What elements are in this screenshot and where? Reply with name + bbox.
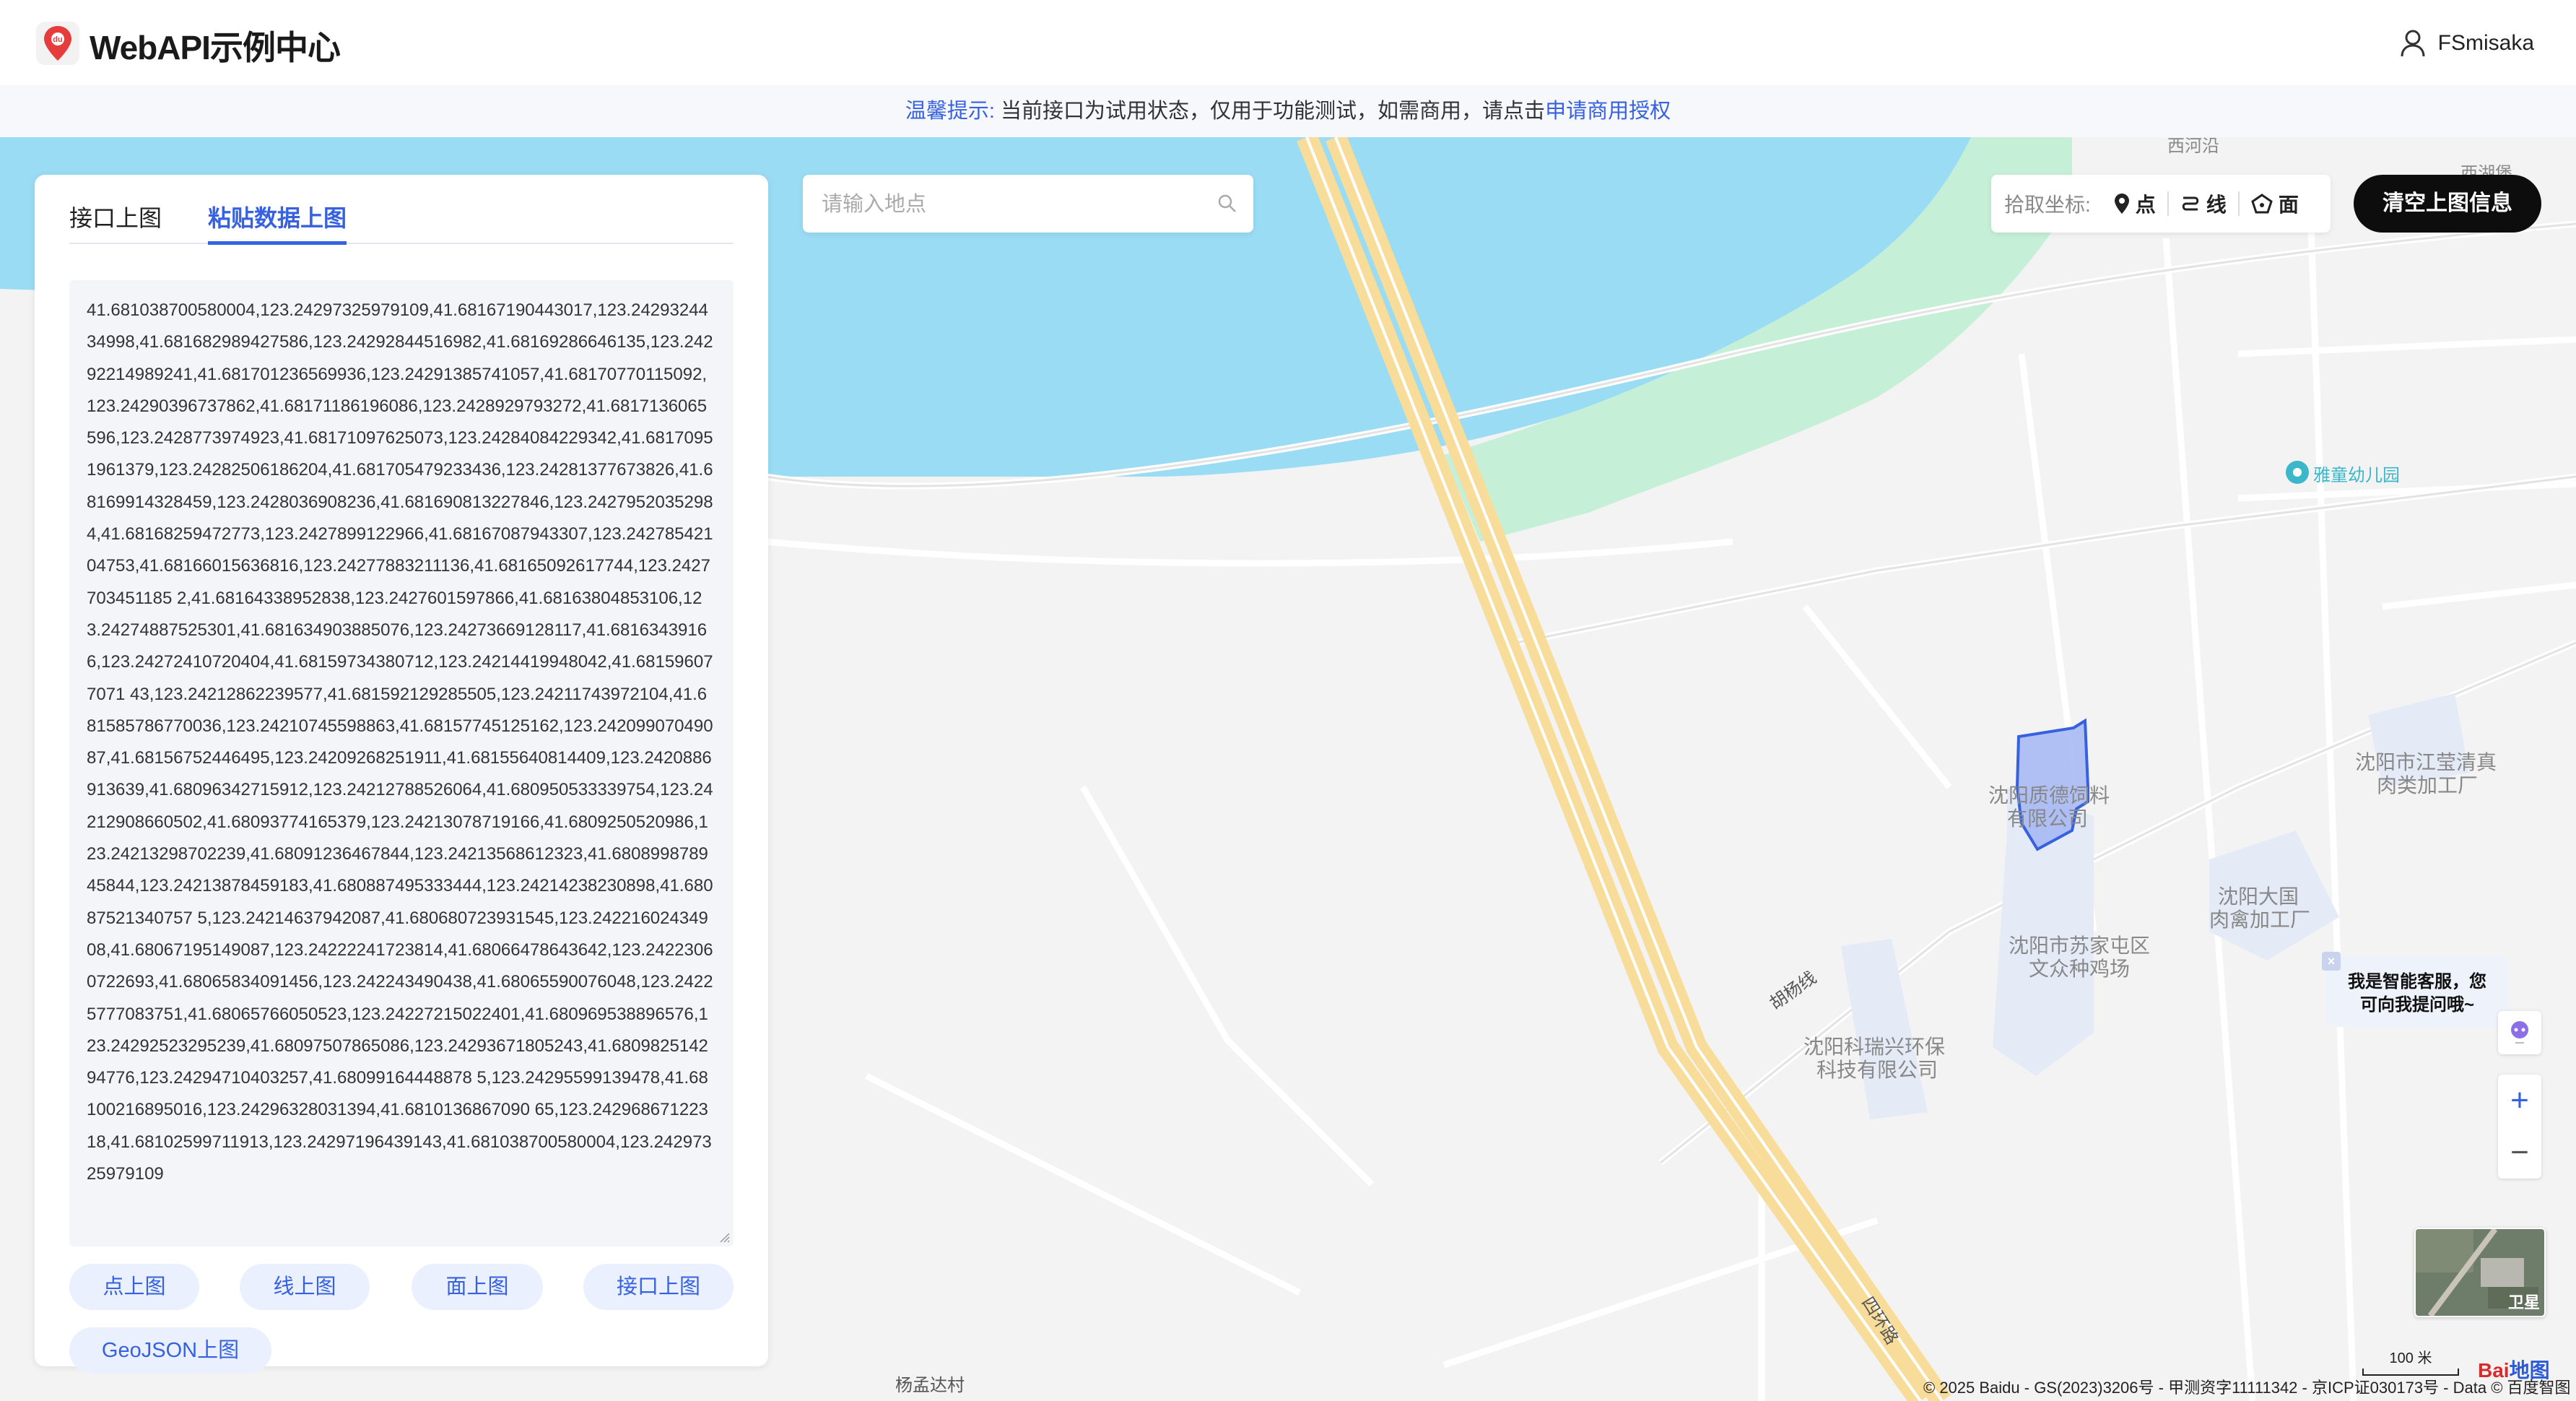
top-header: du WebAPI示例中心 FSmisaka [0, 0, 2576, 86]
notice-bar: 温馨提示: 当前接口为试用状态，仅用于功能测试，如需商用，请点击申请商用授权 [0, 85, 2576, 137]
search-input[interactable] [820, 185, 1198, 224]
tab-paste-data-upload[interactable]: 粘贴数据上图 [208, 195, 347, 245]
pick-line-label: 线 [2206, 194, 2227, 216]
zoom-in-button[interactable]: + [2498, 1075, 2541, 1127]
scale-label: 100 米 [2389, 1350, 2432, 1366]
map-label: 肉类加工厂 [2377, 774, 2479, 797]
search-box [803, 175, 1253, 233]
ai-message-line1: 我是智能客服，您 [2348, 972, 2486, 992]
tab-api-upload[interactable]: 接口上图 [69, 195, 162, 241]
baidu-map-logo-icon[interactable]: du [35, 20, 81, 66]
api-upload-button[interactable]: 接口上图 [583, 1264, 734, 1310]
pick-coordinate-toolbar: 拾取坐标: 点 线 面 [1991, 175, 2331, 233]
brand-text-b: 地图 [2509, 1359, 2550, 1382]
map-label: 肉禽加工厂 [2209, 908, 2311, 931]
satellite-toggle[interactable]: 卫星 [2414, 1228, 2546, 1317]
app-title: WebAPI示例中心 [90, 29, 341, 66]
panel-tabs: 接口上图 粘贴数据上图 [69, 195, 734, 245]
ai-message-line2: 可向我提问哦~ [2359, 995, 2474, 1015]
username: FSmisaka [2437, 31, 2534, 55]
location-pin-icon [2114, 194, 2129, 214]
ai-robot-icon [2511, 1021, 2528, 1044]
zoom-controls: + − [2498, 1075, 2541, 1179]
map-label: 西河沿 [2167, 137, 2219, 156]
user-menu[interactable]: FSmisaka [2401, 26, 2534, 61]
clear-map-button[interactable]: 清空上图信息 [2354, 175, 2541, 233]
ai-assistant-button[interactable] [2498, 1011, 2541, 1054]
map-label: 杨孟达村 [895, 1376, 965, 1395]
pick-line-button[interactable]: 线 [2169, 189, 2238, 218]
ai-assistant-bubble[interactable]: × 我是智能客服，您 可向我提问哦~ [2322, 952, 2508, 1027]
pick-point-label: 点 [2135, 194, 2156, 216]
notice-message: 当前接口为试用状态，仅用于功能测试，如需商用，请点击 [1001, 100, 1546, 123]
route-icon [2182, 196, 2199, 211]
svg-text:du: du [53, 35, 62, 44]
satellite-label: 卫星 [2507, 1293, 2540, 1311]
user-icon [2401, 30, 2425, 57]
search-icon[interactable] [1217, 194, 1237, 214]
map-label-kindergarten[interactable]: 雅童幼儿园 [2313, 461, 2400, 486]
baidu-map-brand: Bai地图 [2478, 1355, 2550, 1384]
map-copyright: © 2025 Baidu - GS(2023)3206号 - 甲测资字11111… [1923, 1379, 2571, 1397]
point-upload-button[interactable]: 点上图 [69, 1264, 199, 1310]
coordinate-textarea[interactable]: 41.681038700580004,123.24297325979109,41… [69, 280, 734, 1246]
polygon-upload-button[interactable]: 面上图 [412, 1264, 543, 1310]
geojson-upload-button[interactable]: GeoJSON上图 [69, 1327, 271, 1374]
map-scale: 100 米 [2362, 1346, 2459, 1376]
pick-polygon-label: 面 [2278, 194, 2299, 216]
map-label: 科技有限公司 [1816, 1059, 1938, 1081]
pick-polygon-button[interactable]: 面 [2240, 189, 2310, 218]
brand-text-a: Bai [2478, 1359, 2510, 1382]
pick-point-button[interactable]: 点 [2102, 189, 2167, 218]
landuse-block [1841, 939, 1928, 1119]
polygon-icon [2251, 194, 2273, 214]
textarea-resize-handle-icon[interactable] [719, 1232, 731, 1244]
line-upload-button[interactable]: 线上图 [240, 1264, 370, 1310]
pick-coordinate-label: 拾取坐标: [2004, 194, 2091, 216]
close-icon[interactable]: × [2322, 952, 2341, 971]
notice-prefix: 温馨提示: [905, 100, 995, 123]
zoom-out-button[interactable]: − [2498, 1127, 2541, 1179]
data-panel: 接口上图 粘贴数据上图 41.681038700580004,123.24297… [35, 175, 768, 1374]
map-label: 有限公司 [2007, 807, 2089, 830]
apply-license-link[interactable]: 申请商用授权 [1545, 100, 1671, 123]
map-label: 文众种鸡场 [2029, 958, 2131, 980]
